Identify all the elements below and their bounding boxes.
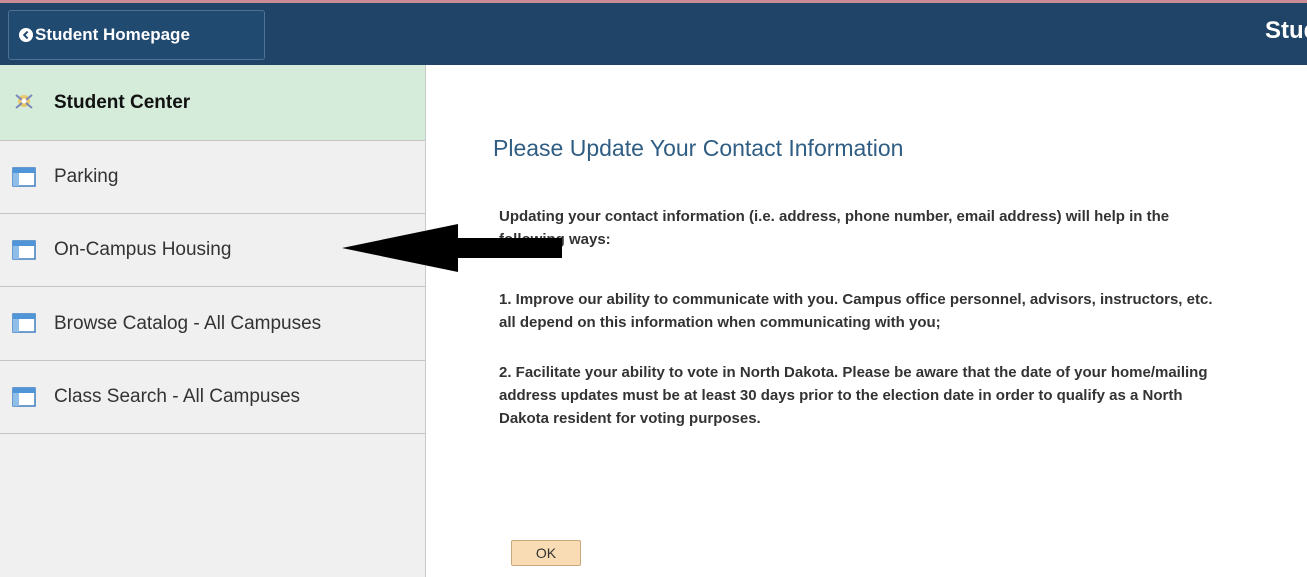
student-homepage-button[interactable]: Student Homepage: [8, 10, 265, 60]
sidebar-item-label: Class Search - All Campuses: [54, 386, 301, 407]
sidebar-item-label: On-Campus Housing: [54, 239, 232, 260]
ok-button[interactable]: OK: [511, 540, 581, 566]
chevron-left-icon: [19, 28, 33, 42]
communication-paragraph: 1. Improve our ability to communicate wi…: [499, 291, 1213, 331]
page-title: Student Center: [1265, 17, 1307, 44]
sidebar-item-parking[interactable]: Parking: [0, 141, 425, 214]
sidebar-nav: Student Center Parking On-Campus Housing…: [0, 65, 426, 577]
sidebar-item-browse-catalog[interactable]: Browse Catalog - All Campuses: [0, 287, 425, 361]
sidebar-item-label: Browse Catalog - All Campuses: [54, 312, 322, 334]
sidebar-item-class-search[interactable]: Class Search - All Campuses: [0, 361, 425, 434]
student-homepage-label: Student Homepage: [35, 25, 190, 44]
main-content: Please Update Your Contact Information U…: [427, 65, 1307, 577]
student-center-icon: [15, 94, 33, 109]
arrow-left-icon: [342, 224, 562, 272]
intro-paragraph: Updating your contact information (i.e. …: [499, 208, 1170, 248]
page-icon: [12, 167, 36, 187]
sidebar-item-label: Student Center: [54, 91, 191, 113]
top-banner: Student Homepage Student Center: [0, 0, 1307, 65]
sidebar-item-label: Parking: [54, 166, 119, 187]
page-icon: [12, 387, 36, 407]
page-icon: [12, 240, 36, 260]
sidebar-item-student-center[interactable]: Student Center: [0, 65, 425, 141]
page-icon: [12, 313, 36, 333]
page-heading: Please Update Your Contact Information: [493, 135, 904, 161]
voting-paragraph: 2. Facilitate your ability to vote in No…: [499, 364, 1208, 427]
